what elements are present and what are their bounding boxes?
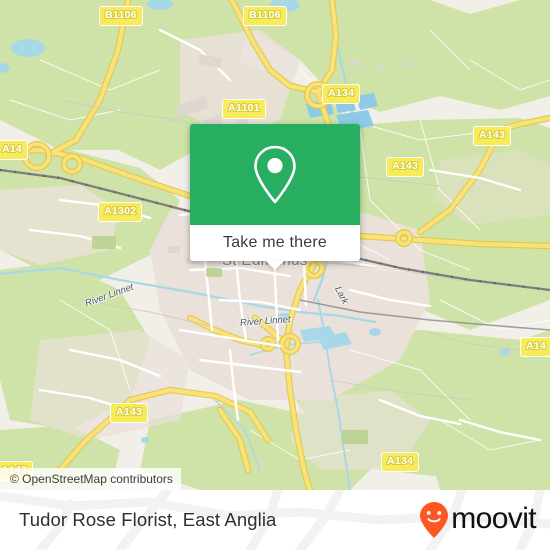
road-shield-b1106-left[interactable]: B1106 [99, 6, 143, 26]
page-title-text: Tudor Rose Florist, East Anglia [19, 509, 277, 530]
card-pointer-tail [266, 261, 284, 270]
road-shield-a134-bottom[interactable]: A134 [381, 452, 420, 472]
take-me-there-card[interactable]: Take me there [190, 124, 360, 270]
osm-attribution-text: © OpenStreetMap contributors [10, 472, 173, 486]
road-shield-a14-right[interactable]: A14 [520, 337, 550, 357]
road-shield-a14-left[interactable]: A14 [0, 140, 29, 160]
moovit-logo[interactable]: moovit [419, 490, 537, 550]
take-me-there-button[interactable]: Take me there [190, 225, 360, 270]
moovit-wordmark: moovit [451, 502, 536, 535]
road-shield-b1106-right[interactable]: B1106 [243, 6, 287, 26]
footer-bar: Tudor Rose Florist, East Anglia moovit [0, 490, 550, 550]
moovit-map-screenshot: St Edmunds River Linnet River Linnet Lar… [0, 0, 550, 550]
road-shield-a1302[interactable]: A1302 [98, 202, 143, 222]
road-shield-a143-mid[interactable]: A143 [386, 157, 425, 177]
take-me-there-label: Take me there [223, 234, 327, 251]
road-shield-a1101[interactable]: A1101 [222, 99, 266, 119]
cta-icon-panel [190, 124, 360, 225]
road-shield-a143-upper-right[interactable]: A143 [473, 126, 512, 146]
moovit-smiley-pin-icon [420, 502, 449, 538]
page-title: Tudor Rose Florist, East Anglia [19, 490, 276, 550]
map-pin-icon [254, 145, 296, 203]
osm-attribution[interactable]: © OpenStreetMap contributors [0, 468, 181, 490]
road-shield-a134-top[interactable]: A134 [322, 84, 361, 104]
road-shield-a143-lower[interactable]: A143 [110, 403, 149, 423]
